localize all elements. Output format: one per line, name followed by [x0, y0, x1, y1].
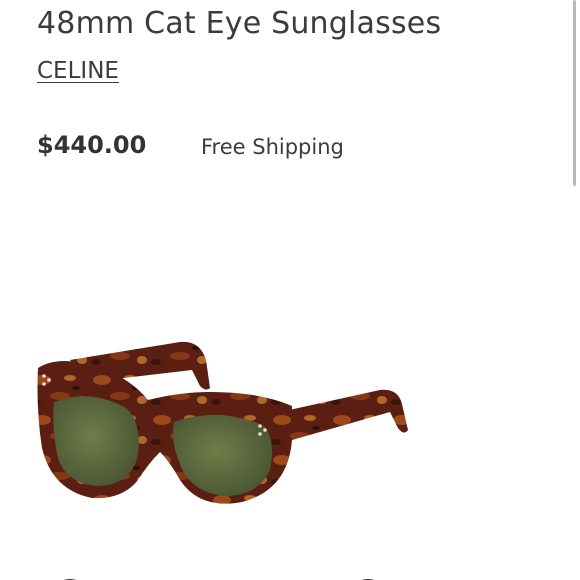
brand-link[interactable]: CELINE	[37, 58, 119, 84]
product-page: 48mm Cat Eye Sunglasses CELINE $440.00 F…	[0, 0, 580, 580]
carousel-indicators	[64, 579, 374, 580]
shipping-info: Free Shipping	[201, 135, 344, 159]
product-image[interactable]	[30, 330, 420, 520]
product-title: 48mm Cat Eye Sunglasses	[37, 6, 442, 41]
near-temple-arm	[280, 389, 408, 440]
product-price: $440.00	[37, 131, 147, 159]
scrollbar[interactable]	[573, 0, 576, 186]
